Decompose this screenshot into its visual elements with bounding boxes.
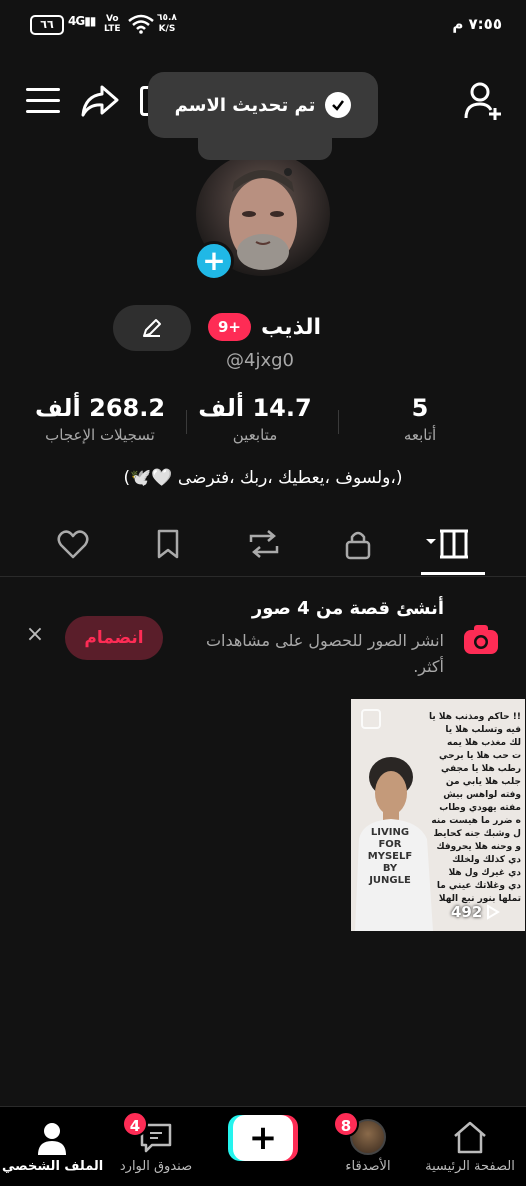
profile-bio: (،ولسوف ،يعطيك ،ربك ،فترضى 🤍🕊️) [123,468,403,488]
inbox-badge: 4 [122,1111,148,1137]
pencil-icon [143,319,161,337]
edit-name-button[interactable] [113,305,191,351]
add-story-button[interactable]: + [194,241,234,281]
nav-profile[interactable]: الملف الشخصي [2,1115,103,1174]
video-overlay-text: !! حاكم ومذنب هلا يا فيه وتسلب هلا يا لك… [428,712,521,904]
camera-icon [462,622,500,656]
network-speed: ٦٥.٨ K/S [157,13,177,34]
create-button[interactable]: + [228,1115,298,1161]
heart-icon[interactable] [53,526,93,562]
nav-home[interactable]: الصفحة الرئيسية [420,1115,520,1174]
stat-following[interactable]: 5 أتابعه [370,394,470,444]
view-count: 492 [451,903,501,921]
name-row: 9+ الذيب [208,310,358,344]
toast: تم تحديث الاسم [148,72,378,138]
toast-message: تم تحديث الاسم [174,94,316,116]
tabs-divider [0,576,526,577]
share-icon[interactable] [80,83,120,119]
story-card-subtitle: انشر الصور للحصول على مشاهدات أكثر. [205,631,444,676]
home-icon [420,1115,520,1155]
select-box[interactable] [361,709,381,729]
story-card-title: أنشئ قصة من 4 صور [251,598,444,619]
stat-followers[interactable]: 14.7 ألف متابعين [190,394,320,444]
videos-grid-icon[interactable] [422,526,472,562]
friends-badge: 8 [333,1111,359,1137]
nav-friends[interactable]: 8 الأصدقاء [318,1111,418,1174]
play-icon [487,904,501,920]
battery-indicator: ٦٦ [30,15,64,35]
shirt-text: LIVING FOR MYSELF BY JUNGLE [367,827,413,886]
video-thumbnail[interactable]: LIVING FOR MYSELF BY JUNGLE !! حاكم ومذن… [351,699,525,931]
divider [338,410,339,434]
check-icon [325,92,352,118]
nav-inbox[interactable]: 4 صندوق الوارد [106,1111,206,1174]
active-tab-indicator [421,572,485,575]
status-bar: ٦٦ 4G▮▮ Vo LTE ٦٥.٨ K/S ٧:٥٥ م [0,0,526,52]
add-user-icon[interactable] [462,80,504,122]
menu-icon[interactable] [26,88,60,114]
volte-indicator: Vo LTE [104,14,121,34]
plus-icon: + [233,1115,293,1161]
inbox-icon [106,1115,206,1155]
stat-likes[interactable]: 268.2 ألف تسجيلات الإعجاب [20,394,180,444]
repost-icon[interactable] [244,526,284,562]
profile-handle: @4jxg0 [226,350,294,371]
bottom-nav: الصفحة الرئيسية 8 الأصدقاء + 4 صندوق الو… [0,1106,526,1186]
join-button[interactable]: انضمام [65,616,163,660]
bookmark-icon[interactable] [148,526,188,562]
network-indicator: 4G▮▮ [68,14,96,28]
wifi-icon [128,14,154,34]
profile-name: الذيب [261,314,322,340]
divider [186,410,187,434]
close-icon[interactable]: × [24,624,46,646]
lock-icon[interactable] [338,526,378,562]
profile-icon [2,1115,102,1155]
notification-badge[interactable]: 9+ [208,313,252,341]
clock: ٧:٥٥ م [452,15,502,33]
